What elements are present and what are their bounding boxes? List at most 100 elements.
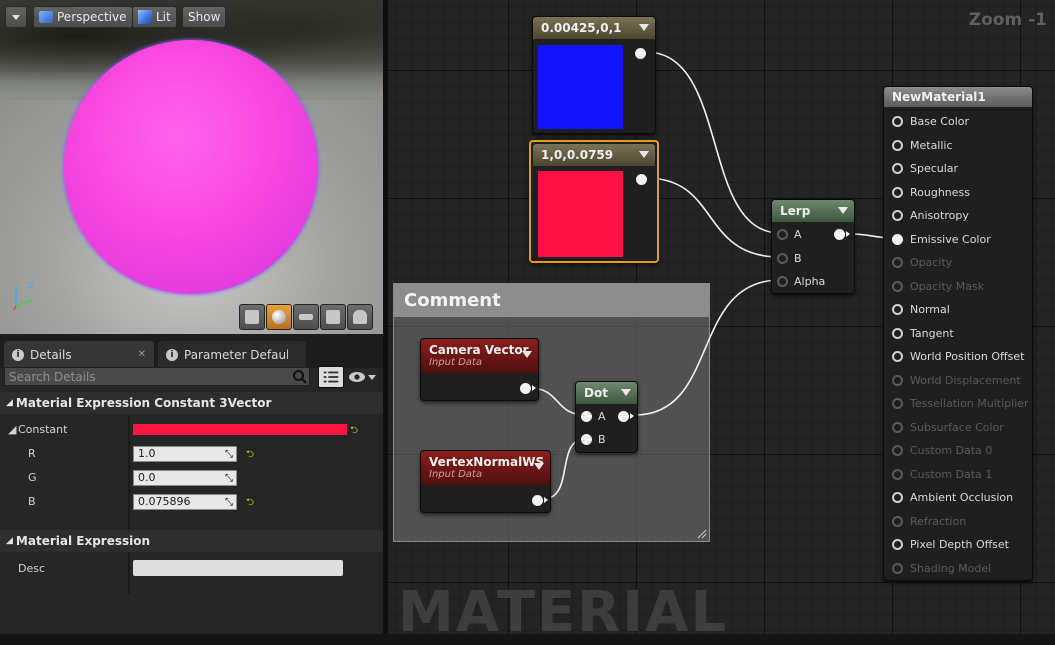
viewport-options-button[interactable] <box>5 6 27 28</box>
lerp-output-pin[interactable] <box>834 229 850 240</box>
camera-vector-node[interactable]: Camera Vector Input Data <box>420 338 539 401</box>
tab-parameter-defaults[interactable]: i Parameter Defaults <box>158 341 306 368</box>
material-preview-viewport[interactable]: Perspective Lit Show Z <box>0 0 383 334</box>
teapot-icon <box>353 310 367 324</box>
collapse-icon[interactable] <box>534 463 544 470</box>
material-input-pin[interactable] <box>892 163 903 174</box>
material-input-pin[interactable] <box>892 186 903 198</box>
output-pin[interactable] <box>520 383 536 394</box>
perspective-icon <box>39 11 53 23</box>
node-header[interactable]: NewMaterial1 <box>884 87 1032 107</box>
material-input-pin[interactable] <box>892 233 903 245</box>
view-options-button[interactable] <box>348 368 380 386</box>
material-input-pin[interactable] <box>892 304 903 315</box>
desc-input[interactable] <box>133 560 343 576</box>
material-input-pin[interactable] <box>892 445 903 456</box>
preview-sphere <box>64 40 318 294</box>
material-input-pin[interactable] <box>892 257 903 268</box>
dot-node[interactable]: Dot A B <box>575 381 638 453</box>
material-result-node[interactable]: NewMaterial1 Base Color Metallic Specular R… <box>883 86 1033 581</box>
b-value-field[interactable]: 0.075896 ⤡ <box>133 494 237 510</box>
material-input-label: World Position Offset <box>910 350 1025 363</box>
collapse-icon[interactable] <box>639 24 649 31</box>
material-input-pin[interactable] <box>892 210 903 221</box>
node-title: VertexNormalWS <box>429 455 545 469</box>
collapse-icon[interactable] <box>522 351 532 358</box>
constant3vector-node-red[interactable]: 1,0,0.0759 <box>529 140 659 263</box>
material-input-pin[interactable] <box>892 327 903 339</box>
output-pin[interactable] <box>635 48 646 59</box>
dot-pin-b[interactable] <box>581 434 592 445</box>
node-header[interactable]: Lerp <box>772 200 854 222</box>
reset-to-default-icon[interactable]: ⮌ <box>246 447 254 464</box>
reset-to-default-icon[interactable]: ⮌ <box>246 495 254 512</box>
chevron-down-icon <box>12 14 20 20</box>
resize-grip-icon[interactable] <box>697 529 707 539</box>
material-input-pin[interactable] <box>892 398 903 409</box>
lerp-pin-b[interactable] <box>777 253 788 264</box>
material-input-pin[interactable] <box>892 374 903 386</box>
b-value: 0.075896 <box>138 495 191 508</box>
property-matrix-button[interactable] <box>318 366 344 388</box>
search-icon[interactable] <box>292 369 308 385</box>
node-subtitle: Input Data <box>429 469 482 480</box>
lerp-node[interactable]: Lerp A B Alpha <box>771 199 855 294</box>
node-header[interactable]: Camera Vector Input Data <box>421 339 538 373</box>
cylinder-icon <box>245 310 259 324</box>
material-input-label: Refraction <box>910 514 967 528</box>
lerp-pin-a[interactable] <box>777 229 788 240</box>
zoom-level-label: Zoom -1 <box>968 10 1047 30</box>
tab-details[interactable]: i Details ✕ <box>4 341 154 368</box>
material-input-label: Tangent <box>910 326 954 340</box>
material-input-pin[interactable] <box>892 492 903 503</box>
constant-expand-arrow-icon[interactable]: ◢ <box>8 423 16 436</box>
node-header[interactable]: VertexNormalWS Input Data <box>421 451 550 485</box>
node-header[interactable]: Dot <box>576 382 637 404</box>
material-input-pin[interactable] <box>892 421 903 433</box>
collapse-icon[interactable] <box>639 151 649 158</box>
section-material-expression-constant[interactable]: ◢ Material Expression Constant 3Vector <box>0 392 383 414</box>
material-input-pin[interactable] <box>892 116 903 127</box>
r-value-field[interactable]: 1.0 ⤡ <box>133 446 237 462</box>
output-pin[interactable] <box>636 174 647 185</box>
plane-icon <box>299 314 313 320</box>
vertex-normal-ws-node[interactable]: VertexNormalWS Input Data <box>420 450 551 513</box>
node-header[interactable]: 1,0,0.0759 <box>533 144 655 166</box>
node-title: 1,0,0.0759 <box>541 148 614 162</box>
close-icon[interactable]: ✕ <box>138 349 146 360</box>
search-details-input[interactable] <box>4 367 310 386</box>
material-input-pin[interactable] <box>892 139 903 151</box>
material-input-pin[interactable] <box>892 468 903 480</box>
constant-color-swatch[interactable] <box>133 424 347 435</box>
dot-pin-a[interactable] <box>581 411 592 422</box>
drag-arrows-icon: ⤡ <box>225 497 233 508</box>
material-input-pin[interactable] <box>892 515 903 527</box>
teapot-preview-button[interactable] <box>347 304 373 330</box>
material-input-pin[interactable] <box>892 280 903 292</box>
material-input-pin[interactable] <box>892 539 903 550</box>
node-header[interactable]: 0.00425,0,1 <box>533 17 655 39</box>
perspective-button[interactable]: Perspective <box>33 6 133 28</box>
plane-preview-button[interactable] <box>293 304 319 330</box>
collapse-icon[interactable] <box>838 207 848 214</box>
eye-icon <box>349 372 365 382</box>
constant3vector-node-blue[interactable]: 0.00425,0,1 <box>532 16 656 134</box>
comment-title[interactable]: Comment <box>394 284 709 317</box>
section-material-expression[interactable]: ◢ Material Expression <box>0 530 383 552</box>
dot-output-pin[interactable] <box>618 411 634 422</box>
g-value-field[interactable]: 0.0 ⤡ <box>133 470 237 486</box>
cube-preview-button[interactable] <box>320 304 346 330</box>
material-input-pin[interactable] <box>892 562 903 574</box>
show-button[interactable]: Show <box>182 6 227 28</box>
cylinder-preview-button[interactable] <box>239 304 265 330</box>
lerp-pin-alpha[interactable] <box>777 276 788 287</box>
reset-to-default-icon[interactable]: ⮌ <box>350 423 358 440</box>
lit-button[interactable]: Lit <box>132 6 177 28</box>
material-input-label: Custom Data 0 <box>910 444 993 457</box>
constant-label: Constant <box>18 423 68 436</box>
sphere-preview-button[interactable] <box>266 304 292 330</box>
output-pin[interactable] <box>532 495 548 506</box>
drag-arrows-icon: ⤡ <box>225 449 233 460</box>
collapse-icon[interactable] <box>621 389 631 396</box>
material-input-pin[interactable] <box>892 351 903 362</box>
